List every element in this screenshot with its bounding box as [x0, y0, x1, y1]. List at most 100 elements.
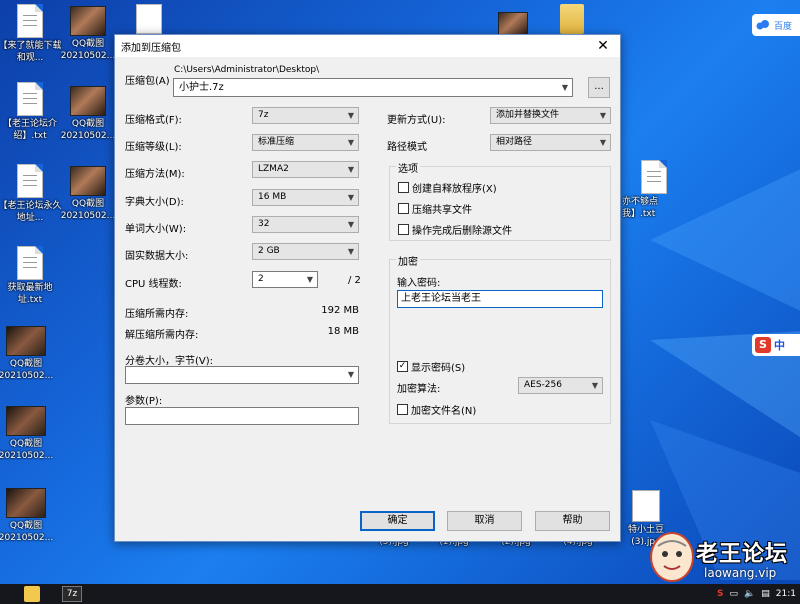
desktop-icon-label: 【来了就能下载和观... [0, 41, 62, 63]
text-file-icon [641, 160, 667, 194]
folder-icon[interactable] [560, 4, 584, 34]
chevron-down-icon: ▼ [347, 165, 354, 174]
desktop-icon-txt-4[interactable]: 获取最新地址.txt [0, 246, 62, 306]
sevenzip-taskbar-button[interactable]: 7z [62, 586, 82, 602]
cpu-select[interactable]: 2 ▼ [252, 271, 318, 288]
desktop-icon-txt-2[interactable]: 【老王论坛介绍】.txt [0, 82, 62, 142]
mem-comp-value: 192 MB [321, 305, 359, 316]
image-thumbnail-icon [6, 488, 46, 518]
format-label: 压缩格式(F): [125, 115, 182, 126]
update-value: 添加并替换文件 [496, 110, 560, 120]
archive-name-combobox[interactable]: 小护士.7z ▼ [173, 78, 573, 97]
show-password-checkbox[interactable]: ✓ 显示密码(S) [397, 359, 465, 374]
cpu-label: CPU 线程数: [125, 279, 182, 290]
text-file-icon [17, 246, 43, 280]
desktop-icon-txt-1[interactable]: 【来了就能下载和观... [0, 4, 62, 64]
desktop-icon-img-2[interactable]: QQ截图20210502... [56, 86, 120, 142]
ok-button[interactable]: 确定 [360, 511, 435, 531]
dict-label: 字典大小(D): [125, 197, 184, 208]
image-thumbnail-icon [70, 6, 106, 36]
chevron-down-icon: ▼ [599, 138, 606, 147]
enc-method-select[interactable]: AES-256 ▼ [518, 377, 603, 394]
split-label: 分卷大小，字节(V): [125, 356, 214, 367]
format-value: 7z [258, 110, 269, 120]
password-input[interactable]: 上老王论坛当老王 [397, 290, 603, 308]
desktop-icon-img-1[interactable]: QQ截图20210502... [56, 6, 120, 62]
browse-button[interactable]: ... [588, 77, 610, 98]
params-label: 参数(P): [125, 396, 163, 407]
desktop-icon-img-6[interactable]: QQ截图20210502... [0, 406, 58, 462]
archive-name-value: 小护士.7z [179, 82, 224, 93]
input-method-icon[interactable]: S [717, 589, 723, 599]
sogou-input-widget[interactable]: S 中 [752, 334, 800, 356]
mem-comp-label: 压缩所需内存: [125, 309, 189, 320]
desktop-icon-label: 【老王论坛介绍】.txt [2, 119, 57, 141]
chevron-down-icon: ▼ [347, 193, 354, 202]
chevron-down-icon[interactable]: ▼ [562, 79, 568, 96]
solid-value: 2 GB [258, 246, 280, 256]
clock[interactable]: 21:1 [776, 589, 796, 599]
delete-after-label: 操作完成后删除源文件 [412, 226, 512, 237]
path-mode-label: 路径模式 [387, 142, 427, 153]
delete-after-checkbox[interactable]: 操作完成后删除源文件 [398, 222, 512, 237]
sogou-icon: S [755, 337, 771, 353]
archive-path: C:\Users\Administrator\Desktop\ [174, 65, 320, 75]
solid-select[interactable]: 2 GB ▼ [252, 243, 359, 260]
chevron-down-icon: ▼ [347, 111, 354, 120]
text-file-icon [17, 164, 43, 198]
desktop-icon-label: QQ截图20210502... [0, 359, 54, 381]
system-tray: S ▭ 🔈 ▤ 21:1 [717, 584, 796, 604]
image-thumbnail-icon [6, 326, 46, 356]
enc-method-label: 加密算法: [397, 384, 441, 395]
shared-checkbox[interactable]: 压缩共享文件 [398, 201, 472, 216]
chevron-down-icon: ▼ [347, 220, 354, 229]
update-select[interactable]: 添加并替换文件 ▼ [490, 107, 611, 124]
encryption-group: 加密 输入密码: 上老王论坛当老王 ✓ 显示密码(S) 加密算法: AES-256… [389, 253, 611, 424]
add-to-archive-dialog: 添加到压缩包 ✕ 压缩包(A) C:\Users\Administrator\D… [114, 34, 621, 542]
chevron-down-icon: ▼ [347, 247, 354, 256]
dialog-titlebar[interactable]: 添加到压缩包 ✕ [115, 35, 620, 57]
image-thumbnail-icon[interactable] [498, 12, 528, 36]
method-value: LZMA2 [258, 164, 289, 174]
level-select[interactable]: 标准压缩 ▼ [252, 134, 359, 151]
show-password-label: 显示密码(S) [411, 363, 466, 374]
desktop-icon-img-7[interactable]: QQ截图20210502... [0, 488, 58, 544]
watermark-logo-icon [650, 532, 694, 582]
desktop-icon-txt-5[interactable]: 亦不够点我】.txt [622, 160, 686, 220]
method-select[interactable]: LZMA2 ▼ [252, 161, 359, 178]
path-mode-value: 相对路径 [496, 137, 533, 147]
taskbar: 7z S ▭ 🔈 ▤ 21:1 [0, 584, 800, 604]
cancel-button[interactable]: 取消 [447, 511, 522, 531]
image-file-icon [632, 490, 660, 522]
chevron-down-icon: ▼ [591, 381, 598, 390]
checkmark-icon: ✓ [397, 361, 408, 372]
help-button[interactable]: 帮助 [535, 511, 610, 531]
close-icon[interactable]: ✕ [596, 38, 610, 54]
desktop-icon-img-5[interactable]: QQ截图20210502... [0, 326, 58, 382]
speaker-muted-icon[interactable]: 🔈 [744, 589, 755, 599]
notification-icon[interactable]: ▤ [761, 589, 770, 599]
checkbox-icon [397, 404, 408, 415]
baidu-netdisk-widget[interactable]: 百度 [752, 14, 800, 36]
word-select[interactable]: 32 ▼ [252, 216, 359, 233]
file-explorer-icon[interactable] [24, 586, 40, 602]
params-input[interactable] [125, 407, 359, 425]
sfx-checkbox[interactable]: 创建自释放程序(X) [398, 180, 497, 195]
network-icon[interactable]: ▭ [730, 589, 739, 599]
document-icon[interactable] [136, 4, 162, 34]
chevron-down-icon: ▼ [599, 111, 606, 120]
format-select[interactable]: 7z ▼ [252, 107, 359, 124]
solid-label: 固实数据大小: [125, 251, 189, 262]
split-size-combobox[interactable]: ▼ [125, 366, 359, 384]
word-value: 32 [258, 219, 270, 229]
encrypt-names-label: 加密文件名(N) [411, 406, 477, 417]
path-mode-select[interactable]: 相对路径 ▼ [490, 134, 611, 151]
encrypt-names-checkbox[interactable]: 加密文件名(N) [397, 402, 476, 417]
desktop-icon-label: QQ截图20210502... [0, 521, 54, 543]
dict-value: 16 MB [258, 192, 287, 202]
dict-select[interactable]: 16 MB ▼ [252, 189, 359, 206]
desktop-icon-img-3[interactable]: QQ截图20210502... [56, 166, 120, 222]
desktop-icon-txt-3[interactable]: 【老王论坛永久地址... [0, 164, 62, 224]
baidu-label: 百度 [774, 21, 793, 32]
shared-label: 压缩共享文件 [412, 205, 472, 216]
